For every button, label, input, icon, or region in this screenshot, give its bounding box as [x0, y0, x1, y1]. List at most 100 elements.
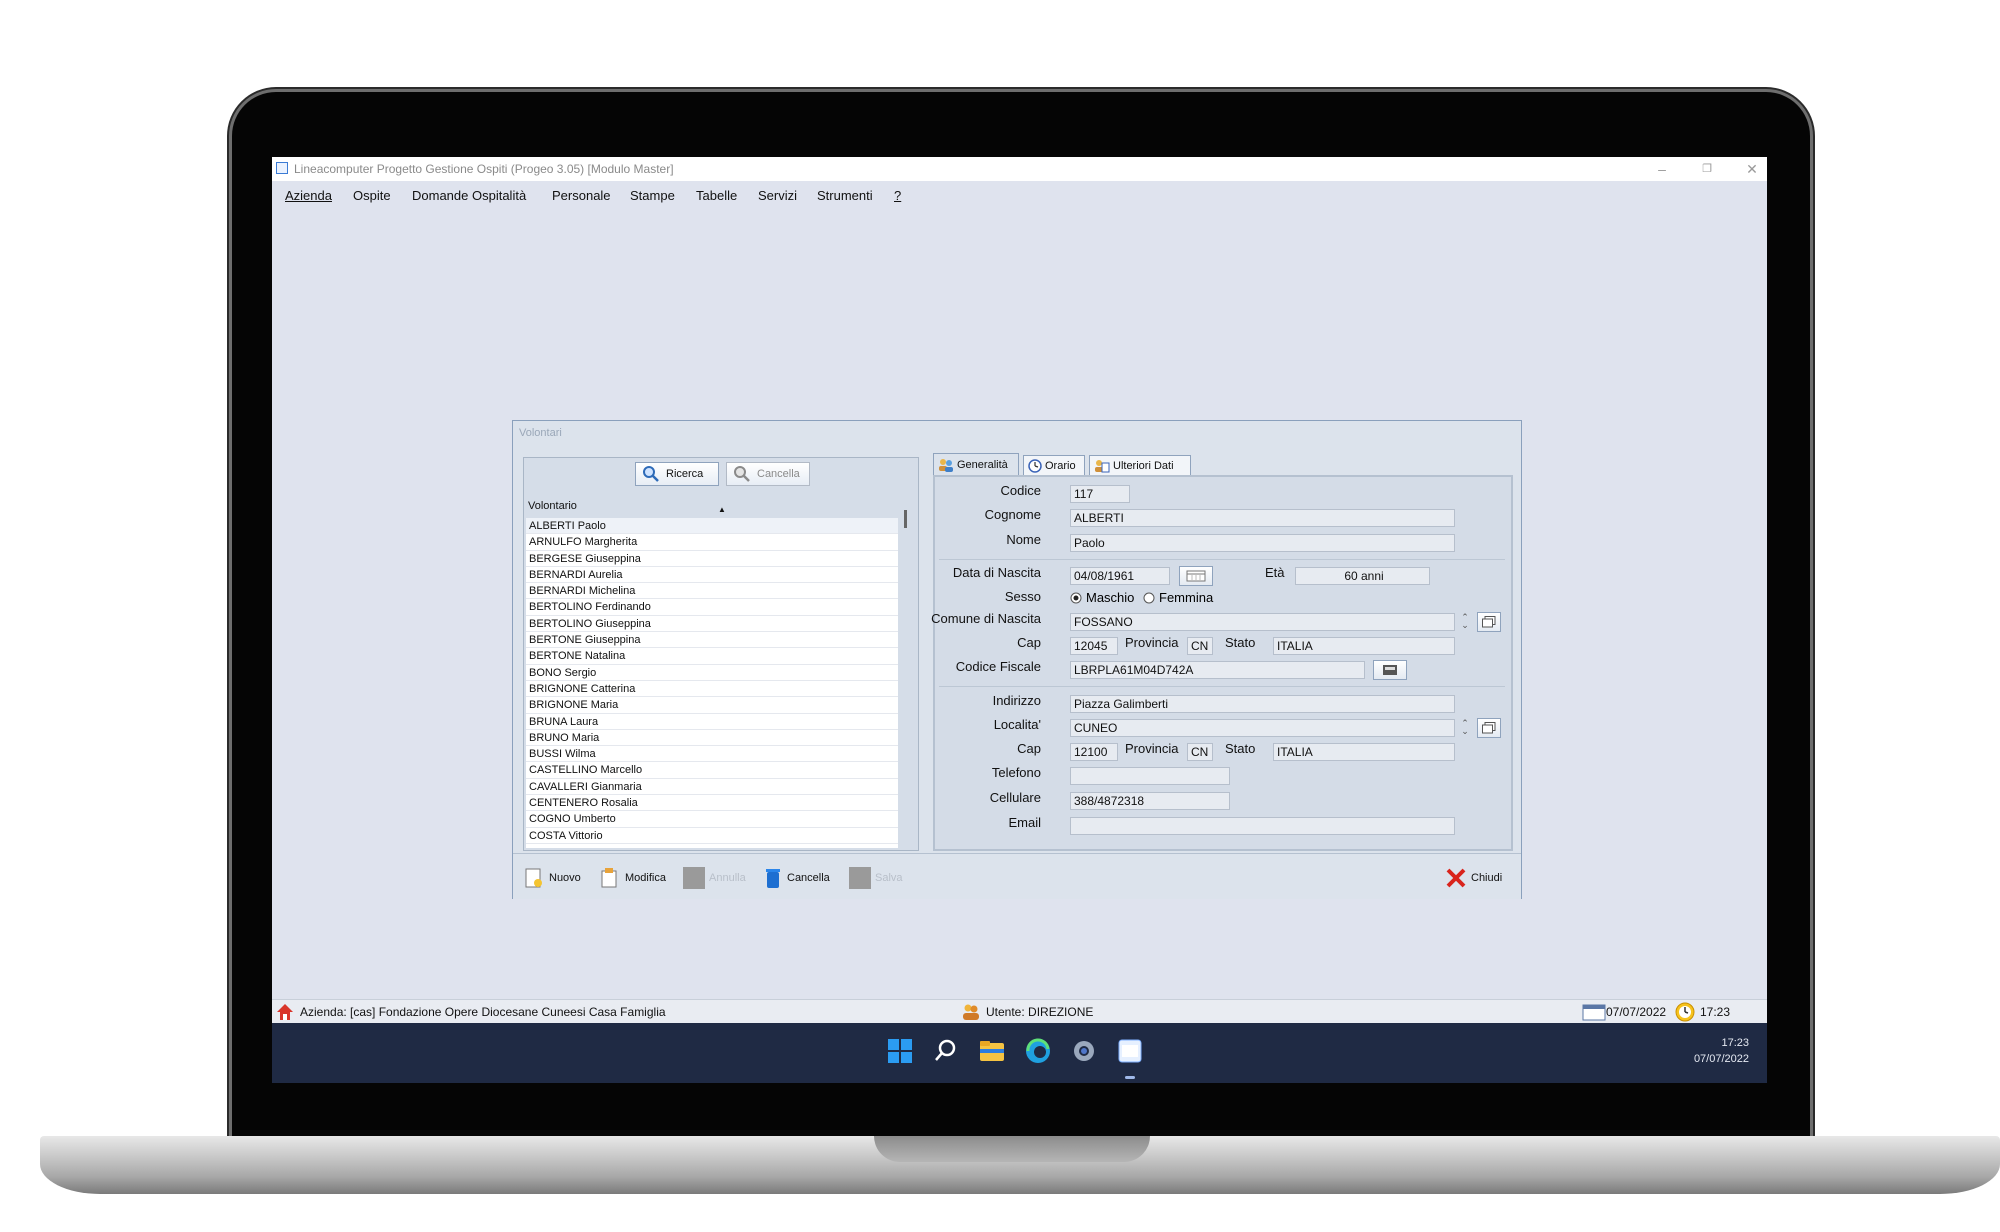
list-item[interactable]: BERNARDI Aurelia: [526, 567, 898, 584]
list-item[interactable]: BERTONE Natalina: [526, 648, 898, 665]
status-date: 07/07/2022: [1606, 1005, 1667, 1019]
settings-gear-icon[interactable]: [1070, 1037, 1098, 1065]
window-lookup-icon: [1482, 616, 1496, 628]
data-nascita-field[interactable]: 04/08/1961: [1070, 567, 1170, 585]
list-item[interactable]: BERNARDI Michelina: [526, 583, 898, 600]
localita-field[interactable]: CUNEO: [1070, 719, 1455, 737]
list-scrollbar[interactable]: [900, 492, 914, 848]
cellulare-label: Cellulare: [989, 790, 1041, 805]
list-item[interactable]: ARNULFO Margherita: [526, 534, 898, 551]
modifica-button[interactable]: Modifica: [599, 866, 666, 890]
tab-generalita[interactable]: Generalità: [933, 453, 1019, 475]
edge-browser-icon[interactable]: [1024, 1037, 1052, 1065]
menu-domande-ospitalita[interactable]: Domande Ospitalità: [412, 188, 526, 203]
tab-ulteriori-dati[interactable]: Ulteriori Dati: [1089, 455, 1191, 475]
comune-nascita-field[interactable]: FOSSANO: [1070, 613, 1455, 631]
comune-spinner-icon[interactable]: ⌃ ⌄: [1459, 613, 1471, 631]
codice-field[interactable]: 117: [1070, 485, 1130, 503]
list-item[interactable]: BERGESE Giuseppina: [526, 551, 898, 567]
femmina-label: Femmina: [1159, 590, 1214, 605]
menu-strumenti[interactable]: Strumenti: [817, 188, 873, 203]
list-item[interactable]: CENTENERO Rosalia: [526, 795, 898, 812]
cognome-field[interactable]: ALBERTI: [1070, 509, 1455, 527]
windows-start-icon[interactable]: [886, 1037, 914, 1065]
nuovo-button[interactable]: Nuovo: [523, 866, 581, 890]
menu-personale[interactable]: Personale: [552, 188, 611, 203]
scrollbar-thumb[interactable]: [904, 510, 907, 528]
cellulare-field[interactable]: 388/4872318: [1070, 792, 1230, 810]
azienda-status: Azienda: [cas] Fondazione Opere Diocesan…: [300, 1005, 666, 1019]
annulla-button[interactable]: Annulla: [683, 866, 746, 890]
salva-button[interactable]: Salva: [849, 866, 903, 890]
menu-tabelle[interactable]: Tabelle: [696, 188, 737, 203]
localita-spinner-icon[interactable]: ⌃ ⌄: [1459, 719, 1471, 737]
list-item[interactable]: BRUNA Laura: [526, 714, 898, 730]
volunteer-list-pane: Ricerca Cancella Volontario ▲ ALBERTI Pa…: [523, 457, 919, 851]
list-item[interactable]: ALBERTI Paolo: [526, 518, 898, 535]
menu-stampe[interactable]: Stampe: [630, 188, 675, 203]
cap-nascita-label: Cap: [1017, 635, 1041, 650]
clear-search-button[interactable]: Cancella: [726, 462, 810, 486]
status-time: 17:23: [1700, 1005, 1731, 1019]
cancella-button[interactable]: Cancella: [763, 866, 830, 890]
list-item[interactable]: CAVALLERI Gianmaria: [526, 779, 898, 796]
codice-fiscale-label: Codice Fiscale: [955, 659, 1041, 674]
telefono-field[interactable]: [1070, 767, 1230, 785]
menu-azienda[interactable]: Azienda: [285, 188, 332, 203]
comune-lookup-button[interactable]: [1477, 612, 1501, 632]
list-item[interactable]: BRUNO Maria: [526, 730, 898, 747]
chiudi-label: Chiudi: [1471, 872, 1503, 884]
list-item[interactable]: BERTONE Giuseppina: [526, 632, 898, 649]
provincia-nascita-field[interactable]: CN: [1187, 637, 1213, 655]
minimize-button[interactable]: –: [1642, 159, 1682, 179]
calcola-cf-button[interactable]: [1373, 660, 1407, 680]
list-item[interactable]: COSTA Vittorio: [526, 828, 898, 844]
list-item[interactable]: BERTOLINO Giuseppina: [526, 616, 898, 633]
nome-field[interactable]: Paolo: [1070, 534, 1455, 552]
menu-ospite[interactable]: Ospite: [353, 188, 391, 203]
list-item[interactable]: BRIGNONE Catterina: [526, 681, 898, 698]
chiudi-button[interactable]: Chiudi: [1445, 866, 1502, 890]
search-button[interactable]: Ricerca: [635, 462, 719, 486]
list-item[interactable]: BUSSI Wilma: [526, 746, 898, 763]
restore-button[interactable]: ❐: [1687, 159, 1727, 179]
localita-lookup-button[interactable]: [1477, 718, 1501, 738]
list-item[interactable]: BERTOLINO Ferdinando: [526, 599, 898, 616]
sesso-maschio-radio[interactable]: Maschio: [1070, 590, 1134, 605]
window-lookup-icon: [1482, 722, 1496, 734]
list-item[interactable]: BRIGNONE Maria: [526, 697, 898, 714]
search-icon[interactable]: [932, 1037, 960, 1065]
list-item[interactable]: CASTELLINO Marcello: [526, 762, 898, 779]
stato-nascita-field[interactable]: ITALIA: [1273, 637, 1455, 655]
indirizzo-label: Indirizzo: [992, 693, 1041, 708]
stato-residenza-label: Stato: [1225, 741, 1256, 756]
email-field[interactable]: [1070, 817, 1455, 835]
new-document-icon: [525, 868, 542, 888]
file-explorer-icon[interactable]: [978, 1037, 1006, 1065]
codice-label: Codice: [1000, 483, 1041, 498]
laptop-notch: [874, 1136, 1150, 1162]
sesso-femmina-radio[interactable]: Femmina: [1143, 590, 1213, 605]
progeo-app-icon[interactable]: [1116, 1037, 1144, 1065]
codice-fiscale-field[interactable]: LBRPLA61M04D742A: [1070, 661, 1365, 679]
mdi-area: Volontari Ricerca Cancella Volontario ▲ …: [272, 209, 1767, 999]
active-app-indicator: [1125, 1076, 1135, 1079]
close-window-button[interactable]: ✕: [1732, 159, 1767, 179]
list-item[interactable]: COGNO Umberto: [526, 811, 898, 828]
tab-orario[interactable]: Orario: [1023, 455, 1085, 475]
separator: [939, 686, 1505, 687]
stato-residenza-field[interactable]: ITALIA: [1273, 743, 1455, 761]
list-item[interactable]: BONO Sergio: [526, 665, 898, 681]
volunteer-list[interactable]: ALBERTI Paolo ARNULFO Margherita BERGESE…: [526, 518, 898, 848]
magnifier-clear-icon: [734, 466, 750, 482]
menu-help[interactable]: ?: [894, 188, 901, 203]
menu-servizi[interactable]: Servizi: [758, 188, 797, 203]
localita-label: Localita': [993, 717, 1041, 732]
list-header[interactable]: Volontario ▲: [526, 492, 898, 519]
provincia-residenza-field[interactable]: CN: [1187, 743, 1213, 761]
cap-residenza-field[interactable]: 12100: [1070, 743, 1118, 761]
taskbar-clock[interactable]: 17:23 07/07/2022: [1694, 1035, 1749, 1067]
cap-nascita-field[interactable]: 12045: [1070, 637, 1118, 655]
calendar-button[interactable]: [1179, 566, 1213, 586]
indirizzo-field[interactable]: Piazza Galimberti: [1070, 695, 1455, 713]
